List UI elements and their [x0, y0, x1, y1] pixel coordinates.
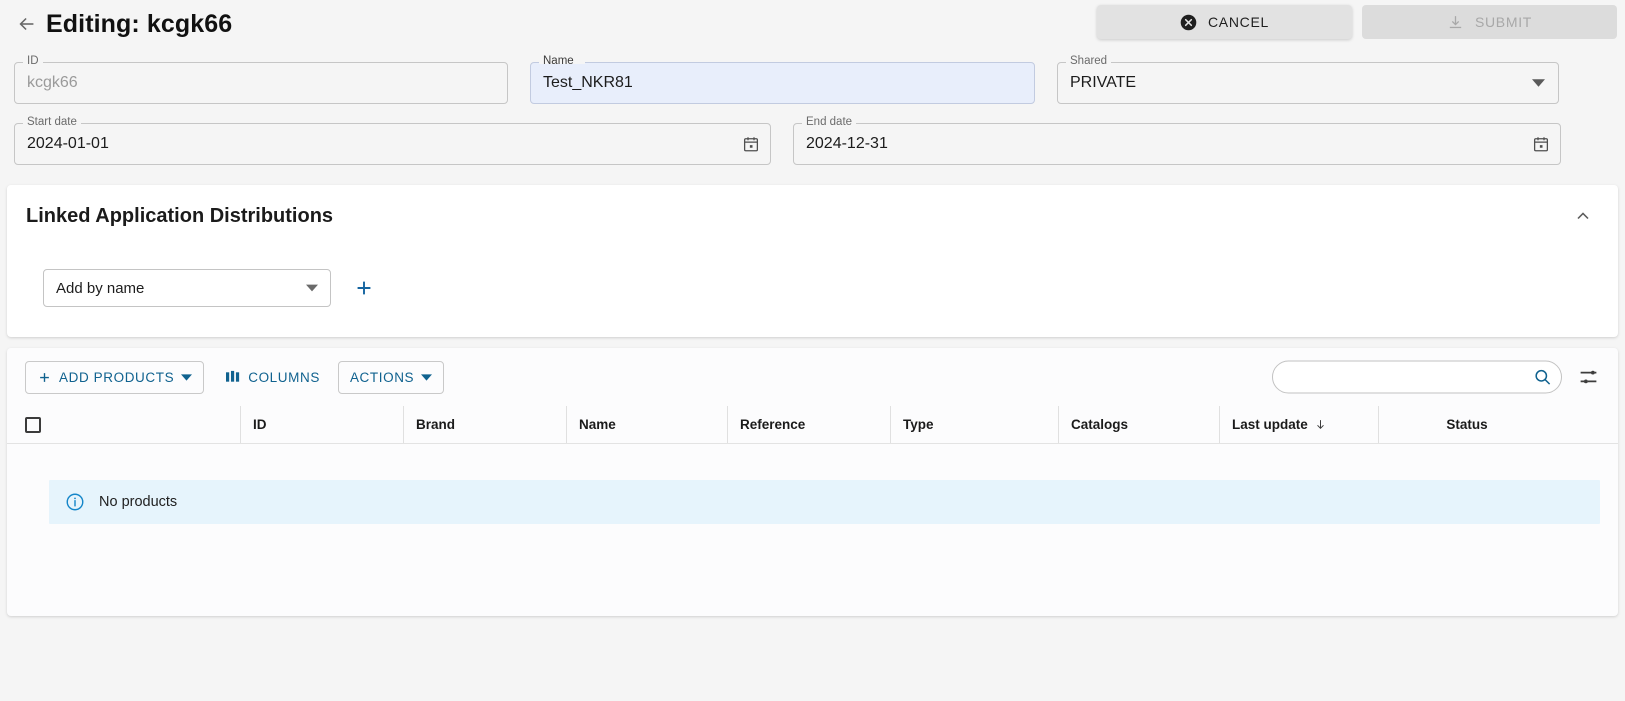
plus-icon	[37, 370, 52, 385]
search-icon[interactable]	[1529, 364, 1555, 390]
start-date-outline	[14, 123, 771, 165]
grid-toolbar-right	[1272, 360, 1602, 394]
grid-header-status[interactable]: Status	[1378, 406, 1543, 443]
form-row-2: Start date 2024-01-01 End date 2024-12-3…	[14, 116, 1611, 165]
columns-icon	[226, 370, 241, 384]
linked-distributions-header: Linked Application Distributions	[7, 185, 1618, 247]
grid-header-catalogs-label: Catalogs	[1071, 417, 1129, 432]
end-date-value: 2024-12-31	[806, 135, 888, 152]
calendar-icon[interactable]	[1532, 123, 1550, 165]
grid-header-id[interactable]: ID	[240, 406, 403, 443]
info-circle-icon	[65, 492, 85, 512]
grid-header-reference[interactable]: Reference	[727, 406, 890, 443]
grid-header-select-all	[25, 406, 240, 443]
no-products-alert: No products	[49, 480, 1600, 524]
grid-header-brand-label: Brand	[416, 417, 456, 432]
arrow-left-icon[interactable]	[14, 11, 40, 37]
products-grid-panel: ADD PRODUCTS COLUMNS ACTIONS ID Brand Na…	[7, 348, 1618, 616]
name-field[interactable]: Name Test_NKR81	[530, 55, 1035, 104]
page-header: Editing: kcgk66 CANCEL SUBMIT	[0, 0, 1625, 48]
header-actions: CANCEL SUBMIT	[1097, 5, 1617, 39]
calendar-icon[interactable]	[742, 123, 760, 165]
grid-header-type[interactable]: Type	[890, 406, 1058, 443]
id-field[interactable]: ID kcgk66	[14, 55, 508, 104]
submit-button-label: SUBMIT	[1474, 14, 1533, 30]
chevron-up-icon[interactable]	[1570, 203, 1596, 229]
grid-header-reference-label: Reference	[740, 417, 806, 432]
tune-settings-icon[interactable]	[1574, 363, 1602, 391]
submit-button[interactable]: SUBMIT	[1362, 5, 1617, 39]
actions-label: ACTIONS	[349, 369, 415, 385]
id-field-outline	[14, 62, 508, 104]
start-date-field[interactable]: Start date 2024-01-01	[14, 116, 771, 165]
end-date-field[interactable]: End date 2024-12-31	[793, 116, 1561, 165]
grid-header-brand[interactable]: Brand	[403, 406, 566, 443]
shared-select[interactable]: Shared PRIVATE	[1057, 55, 1559, 104]
cancel-circle-icon	[1180, 14, 1197, 31]
save-download-icon	[1447, 14, 1464, 31]
form-row-1: ID kcgk66 Name Test_NKR81 Shared PRIVATE	[14, 55, 1611, 104]
chevron-down-icon[interactable]	[306, 284, 318, 292]
start-date-value: 2024-01-01	[27, 135, 109, 152]
add-by-name-select[interactable]: Add by name	[43, 269, 331, 307]
grid-header-row: ID Brand Name Reference Type Catalogs La…	[7, 406, 1618, 444]
no-products-message: No products	[99, 494, 178, 510]
select-all-checkbox[interactable]	[25, 416, 41, 433]
grid-header-last-update[interactable]: Last update	[1219, 406, 1378, 443]
app-root: Editing: kcgk66 CANCEL SUBMIT ID kcgk66 …	[0, 0, 1625, 701]
cancel-button[interactable]: CANCEL	[1097, 5, 1352, 39]
actions-button[interactable]: ACTIONS	[337, 360, 445, 394]
cancel-button-label: CANCEL	[1208, 14, 1269, 30]
name-field-value: Test_NKR81	[543, 74, 633, 91]
shared-select-value: PRIVATE	[1070, 74, 1137, 91]
add-products-label: ADD PRODUCTS	[59, 369, 175, 385]
chevron-down-icon[interactable]	[1532, 62, 1545, 104]
grid-header-id-label: ID	[253, 417, 267, 432]
columns-button[interactable]: COLUMNS	[216, 361, 330, 394]
form-area: ID kcgk66 Name Test_NKR81 Shared PRIVATE	[0, 48, 1625, 175]
linked-distributions-panel: Linked Application Distributions Add by …	[7, 185, 1618, 337]
grid-header-type-label: Type	[903, 417, 934, 432]
search-box[interactable]	[1272, 360, 1562, 394]
add-distribution-button[interactable]	[345, 269, 383, 307]
search-input[interactable]	[1289, 368, 1529, 386]
plus-icon	[353, 277, 375, 299]
arrow-down-icon	[1314, 418, 1327, 431]
grid-header-name-label: Name	[579, 417, 616, 432]
id-field-value: kcgk66	[27, 74, 78, 91]
grid-header-last-update-label: Last update	[1232, 417, 1308, 432]
end-date-outline	[793, 123, 1561, 165]
grid-header-name[interactable]: Name	[566, 406, 727, 443]
linked-distributions-title: Linked Application Distributions	[26, 204, 334, 227]
chevron-down-icon	[421, 373, 433, 381]
columns-label: COLUMNS	[248, 369, 320, 385]
add-products-button[interactable]: ADD PRODUCTS	[25, 360, 205, 394]
grid-header-catalogs[interactable]: Catalogs	[1058, 406, 1219, 443]
chevron-down-icon	[181, 373, 193, 381]
grid-toolbar: ADD PRODUCTS COLUMNS ACTIONS	[7, 348, 1618, 406]
linked-distributions-body: Add by name	[7, 247, 1618, 337]
add-by-name-value: Add by name	[56, 279, 145, 297]
page-title: Editing: kcgk66	[46, 9, 233, 38]
grid-header-status-label: Status	[1446, 417, 1488, 432]
